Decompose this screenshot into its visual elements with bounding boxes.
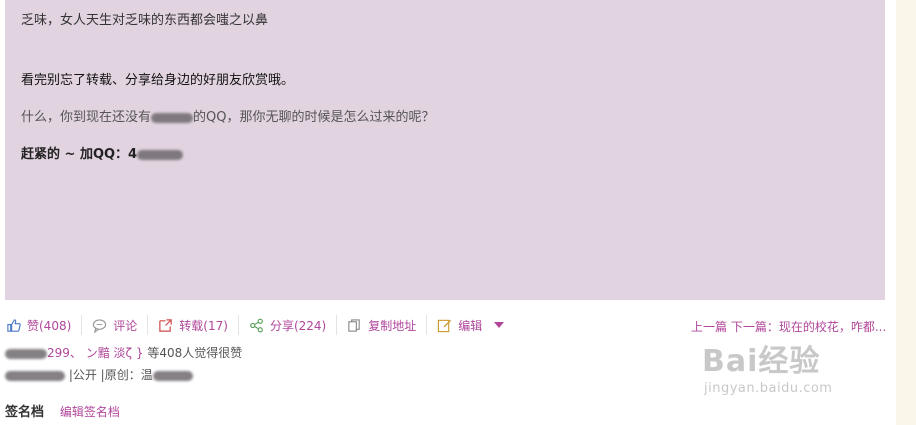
watermark-logo: Bai经验 (702, 344, 821, 379)
post-text-segment: 的QQ，那你无聊的时候是怎么过来的呢？ (193, 110, 435, 125)
post-meta: |公开 |原创：温 (5, 366, 193, 383)
thumbs-up-icon (6, 318, 21, 333)
repost-icon (158, 318, 173, 333)
visibility-label: |公开 |原创： (68, 368, 141, 382)
repost-button[interactable]: 转载(17) (148, 311, 238, 339)
redacted-text (137, 149, 184, 160)
signature-title: 签名档 (5, 405, 45, 420)
right-background-strip (896, 0, 916, 425)
redacted-username (5, 348, 47, 359)
like-label: 赞(408) (27, 318, 72, 333)
copy-address-label: 复制地址 (368, 318, 417, 333)
post-text-line: 什么，你到现在还没有 的QQ，那你无聊的时候是怎么过来的呢？ (21, 106, 434, 125)
comment-button[interactable]: 评论 (82, 311, 147, 339)
edit-button[interactable]: 编辑 (427, 311, 514, 339)
baidu-jingyan-watermark: Bai经验 jingyan.baidu.com (700, 330, 870, 405)
post-text-line: 乏味，女人天生对乏味的东西都会嗤之以鼻 (21, 13, 269, 28)
edit-label: 编辑 (458, 318, 483, 333)
author-initial: 温 (140, 368, 153, 382)
likes-summary: 299、 ン黯 淡ζ } 等408人觉得很赞 (5, 344, 242, 361)
redacted-text (151, 112, 194, 123)
repost-label: 转载(17) (179, 318, 228, 333)
comment-label: 评论 (113, 318, 138, 333)
like-button[interactable]: 赞(408) (0, 311, 81, 339)
post-content: 乏味，女人天生对乏味的东西都会嗤之以鼻 看完别忘了转载、分享给身边的好朋友欣赏哦… (5, 0, 885, 300)
likes-count-text: 等408人觉得很赞 (143, 346, 243, 360)
copy-address-button[interactable]: 复制地址 (337, 311, 426, 339)
signature-section: 签名档 编辑签名档 (5, 401, 120, 420)
edit-icon (437, 318, 452, 333)
liker-name[interactable]: ン黯 淡ζ } (86, 346, 144, 360)
share-icon (249, 318, 264, 333)
caret-down-icon[interactable] (494, 322, 505, 328)
post-text-line: 赶紧的 ~ 加QQ：4 (21, 143, 184, 162)
share-label: 分享(224) (269, 318, 327, 333)
post-text-segment: 什么，你到现在还没有 (21, 110, 152, 125)
redacted-category (5, 370, 65, 381)
qq-label: 赶紧的 ~ 加QQ：4 (21, 147, 138, 162)
share-button[interactable]: 分享(224) (239, 311, 336, 339)
comment-icon (92, 318, 107, 333)
redacted-author (152, 370, 193, 381)
edit-signature-link[interactable]: 编辑签名档 (60, 405, 120, 419)
copy-icon (347, 318, 362, 333)
liker-name[interactable]: 299、 (47, 346, 82, 360)
post-text-line: 看完别忘了转载、分享给身边的好朋友欣赏哦。 (21, 73, 295, 88)
watermark-site: jingyan.baidu.com (704, 381, 833, 396)
